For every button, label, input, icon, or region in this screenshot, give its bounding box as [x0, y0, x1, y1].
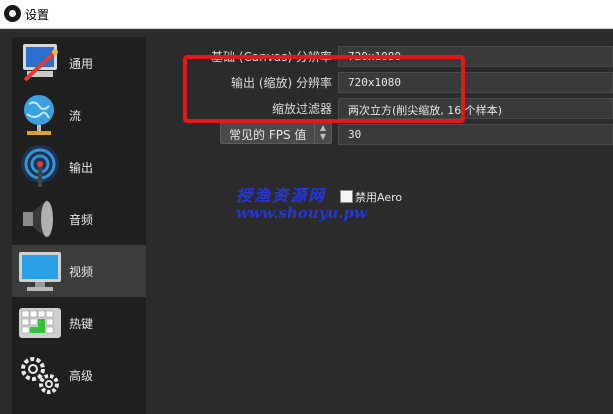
disable-aero-checkbox[interactable]	[340, 190, 353, 203]
disable-aero-label: 禁用Aero	[355, 191, 403, 204]
sidebar-item-audio[interactable]: 音频	[12, 193, 146, 245]
sidebar-item-label: 输出	[69, 161, 94, 175]
sidebar-item-general[interactable]: 通用	[12, 37, 146, 89]
window-title: 设置	[25, 8, 50, 22]
output-broadcast-icon	[21, 145, 59, 187]
red-highlight-box	[183, 55, 465, 123]
sidebar-item-label: 高级	[69, 369, 94, 383]
spinner-arrows-icon[interactable]: ▲ ▼	[314, 123, 331, 143]
general-computer-icon	[23, 44, 58, 82]
monitor-icon	[19, 252, 61, 291]
fps-type-select[interactable]: 常见的 FPS 值 ▲ ▼	[220, 122, 332, 144]
sidebar-item-stream[interactable]: 流	[12, 89, 146, 141]
title-bar: 设置	[0, 0, 613, 29]
sidebar-item-hotkeys[interactable]: 热键	[12, 297, 146, 349]
sidebar-item-advanced[interactable]: 高级	[12, 349, 146, 401]
sidebar-item-label: 流	[69, 109, 82, 123]
sidebar-item-label: 音频	[69, 213, 94, 227]
sidebar-item-label: 视频	[69, 265, 94, 279]
fps-value-select[interactable]: 30	[338, 124, 613, 145]
fps-type-value: 常见的 FPS 值	[229, 128, 307, 142]
settings-window: 通用 流 输出 音频 视频 热键 高级 基础 (Canvas) 分辨率 720x…	[0, 29, 613, 414]
sidebar-item-output[interactable]: 输出	[12, 141, 146, 193]
watermark-url: www.shouyu.pw	[236, 204, 367, 222]
obs-app-icon	[4, 5, 21, 22]
sidebar-item-label: 热键	[69, 317, 94, 331]
speaker-icon	[23, 200, 53, 238]
watermark-site-name: 授渔资源网	[236, 186, 327, 205]
sidebar-item-video[interactable]: 视频	[12, 245, 146, 297]
gears-icon	[21, 357, 59, 394]
sidebar-item-label: 通用	[69, 57, 94, 71]
settings-sidebar: 通用 流 输出 音频 视频 热键 高级	[12, 37, 146, 414]
globe-stream-icon	[24, 95, 54, 135]
keyboard-icon	[19, 308, 61, 338]
